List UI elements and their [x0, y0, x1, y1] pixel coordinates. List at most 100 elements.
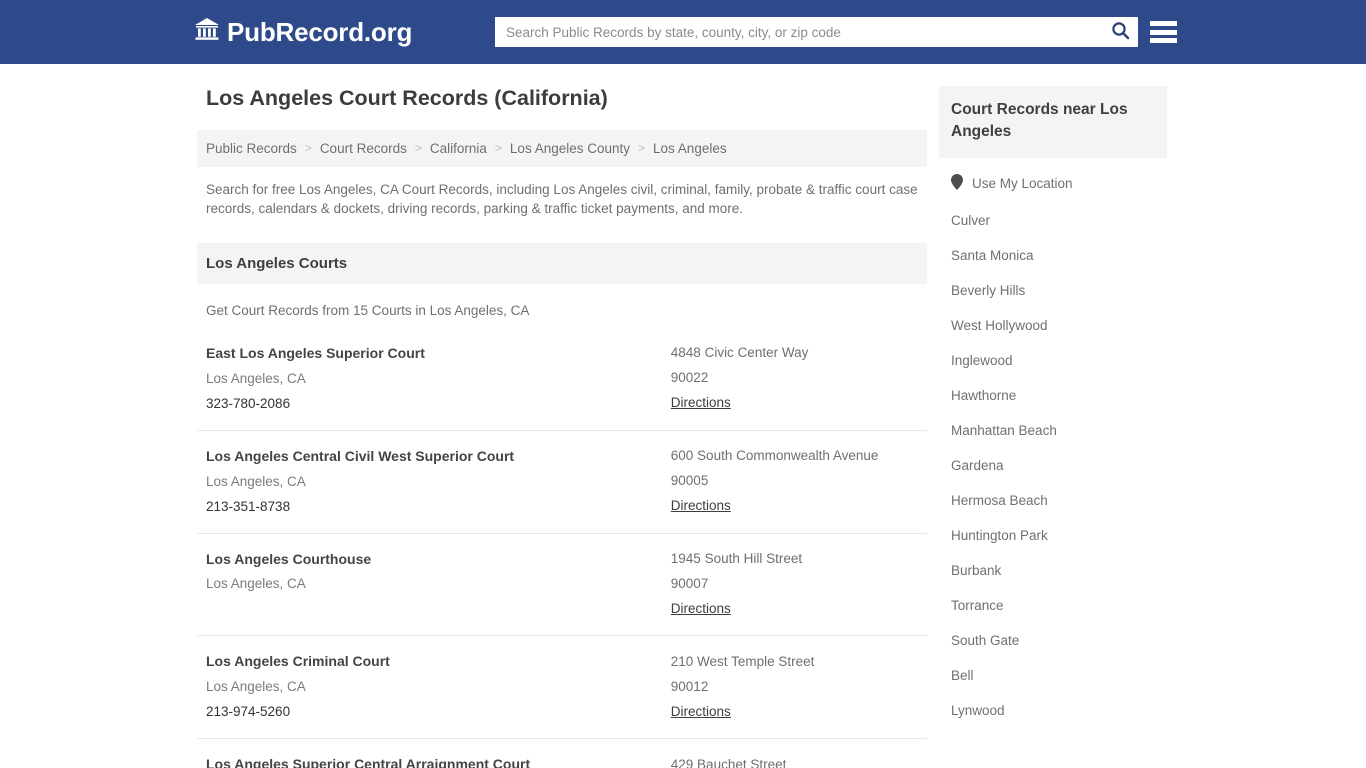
- court-city-state: Los Angeles, CA: [206, 679, 306, 695]
- court-name[interactable]: East Los Angeles Superior Court: [206, 341, 671, 367]
- breadcrumb-item-los-angeles-county[interactable]: Los Angeles County: [510, 141, 630, 156]
- sidebar-nearby-list: Use My Location Culver Santa Monica Beverly…: [939, 164, 1167, 728]
- court-info: Los Angeles Criminal Court Los Angeles, C…: [206, 649, 671, 725]
- sidebar-item-label: Torrance: [951, 597, 1004, 613]
- court-list: East Los Angeles Superior Court Los Angel…: [197, 328, 927, 768]
- sidebar-item-torrance[interactable]: Torrance: [939, 588, 1167, 623]
- courts-section-header: Los Angeles Courts: [197, 242, 927, 284]
- sidebar-item-hermosa-beach[interactable]: Hermosa Beach: [939, 483, 1167, 518]
- hamburger-menu-icon-bar2: [1150, 29, 1177, 35]
- sidebar-title: Court Records near Los Angeles: [939, 86, 1167, 158]
- sidebar-item-label: Manhattan Beach: [951, 422, 1057, 438]
- court-zip-code: 90005: [670, 473, 709, 489]
- breadcrumb-item-los-angeles[interactable]: Los Angeles: [653, 141, 727, 156]
- breadcrumb-separator: >: [304, 141, 312, 156]
- sidebar-item-south-gate[interactable]: South Gate: [939, 623, 1167, 658]
- directions-link[interactable]: Directions: [671, 391, 731, 416]
- sidebar-item-burbank[interactable]: Burbank: [939, 553, 1167, 588]
- court-address: 1945 South Hill Street 90007 Directions: [671, 547, 918, 622]
- court-phone-placeholder: [206, 597, 671, 622]
- court-row: Los Angeles Superior Central Arraignment…: [197, 739, 927, 768]
- court-street-address: 4848 Civic Center Way: [670, 345, 809, 361]
- main-column: Los Angeles Court Records (California) P…: [197, 64, 927, 768]
- sidebar: Court Records near Los Angeles Use My Lo…: [927, 64, 1167, 768]
- page-intro-text: Search for free Los Angeles, CA Court Re…: [206, 181, 918, 217]
- court-zip-code: 90022: [670, 370, 709, 386]
- breadcrumb-separator: >: [414, 141, 422, 156]
- sidebar-item-label: West Hollywood: [951, 317, 1048, 333]
- content-container: Los Angeles Court Records (California) P…: [197, 64, 1169, 768]
- sidebar-item-culver[interactable]: Culver: [939, 203, 1167, 238]
- use-my-location-button[interactable]: Use My Location: [939, 164, 1167, 203]
- page-body: Los Angeles Court Records (California) P…: [0, 64, 1366, 768]
- sidebar-item-label: Bell: [951, 667, 974, 683]
- sidebar-item-label: South Gate: [951, 632, 1020, 648]
- directions-link[interactable]: Directions: [671, 494, 731, 519]
- site-logo[interactable]: PubRecord.org: [194, 17, 412, 46]
- court-info: Los Angeles Central Civil West Superior …: [206, 444, 671, 520]
- sidebar-item-inglewood[interactable]: Inglewood: [939, 343, 1167, 378]
- court-name[interactable]: Los Angeles Superior Central Arraignment…: [206, 752, 671, 768]
- breadcrumb-item-public-records[interactable]: Public Records: [206, 141, 297, 156]
- site-logo-text: PubRecord.org: [227, 16, 413, 47]
- search-bar: [495, 17, 1138, 47]
- court-info: Los Angeles Superior Central Arraignment…: [206, 752, 671, 768]
- search-icon: [1111, 21, 1130, 43]
- sidebar-item-hawthorne[interactable]: Hawthorne: [939, 378, 1167, 413]
- court-city-state: Los Angeles, CA: [206, 370, 306, 386]
- sidebar-item-label: Burbank: [951, 562, 1002, 578]
- sidebar-item-label: Inglewood: [951, 352, 1013, 368]
- court-zip-code: 90007: [670, 576, 709, 591]
- search-input[interactable]: [495, 18, 1102, 46]
- court-name[interactable]: Los Angeles Courthouse: [206, 547, 671, 573]
- breadcrumb-item-california[interactable]: California: [430, 141, 487, 156]
- page-title: Los Angeles Court Records (California): [206, 86, 608, 110]
- sidebar-item-label: Hawthorne: [951, 387, 1017, 403]
- hamburger-menu-button[interactable]: [1150, 18, 1177, 46]
- court-name[interactable]: Los Angeles Central Civil West Superior …: [206, 444, 671, 470]
- sidebar-item-label: Hermosa Beach: [951, 492, 1048, 508]
- sidebar-item-gardena[interactable]: Gardena: [939, 448, 1167, 483]
- court-row: Los Angeles Criminal Court Los Angeles, C…: [197, 636, 927, 740]
- court-street-address: 600 South Commonwealth Avenue: [670, 448, 879, 464]
- breadcrumb: Public Records > Court Records > California >…: [197, 129, 927, 167]
- court-row: Los Angeles Central Civil West Superior …: [197, 431, 927, 534]
- map-pin-icon: [951, 173, 963, 193]
- site-header: PubRecord.org: [0, 0, 1366, 64]
- sidebar-item-label: Beverly Hills: [951, 282, 1026, 298]
- court-phone: 213-974-5260: [206, 704, 291, 720]
- court-phone: 323-780-2086: [206, 395, 291, 411]
- courts-section-subtitle: Get Court Records from 15 Courts in Los …: [206, 302, 530, 318]
- sidebar-item-label: Lynwood: [951, 702, 1005, 718]
- search-button[interactable]: [1102, 17, 1138, 47]
- hamburger-menu-icon: [1150, 21, 1177, 26]
- court-row: Los Angeles Courthouse Los Angeles, CA 19…: [197, 534, 927, 637]
- court-address: 210 West Temple Street 90012 Directions: [671, 650, 918, 725]
- court-address: 600 South Commonwealth Avenue 90005 Direct…: [671, 444, 918, 519]
- court-row: East Los Angeles Superior Court Los Angel…: [197, 328, 927, 431]
- use-my-location-label: Use My Location: [972, 175, 1073, 191]
- sidebar-item-lynwood[interactable]: Lynwood: [939, 693, 1167, 728]
- breadcrumb-item-court-records[interactable]: Court Records: [320, 141, 407, 156]
- court-street-address: 210 West Temple Street: [670, 653, 815, 669]
- court-name[interactable]: Los Angeles Criminal Court: [206, 649, 671, 675]
- court-address: 4848 Civic Center Way 90022 Directions: [671, 341, 918, 416]
- directions-link[interactable]: Directions: [671, 700, 731, 725]
- court-address: 429 Bauchet Street90012Directions: [671, 753, 918, 768]
- court-city-state: Los Angeles, CA: [206, 576, 306, 592]
- sidebar-item-huntington-park[interactable]: Huntington Park: [939, 518, 1167, 553]
- sidebar-item-bell[interactable]: Bell: [939, 658, 1167, 693]
- court-info: East Los Angeles Superior Court Los Angel…: [206, 341, 671, 417]
- court-info: Los Angeles Courthouse Los Angeles, CA: [206, 547, 671, 623]
- directions-link[interactable]: Directions: [671, 597, 731, 622]
- breadcrumb-separator: >: [494, 141, 502, 156]
- breadcrumb-separator: >: [638, 141, 646, 156]
- sidebar-item-label: Culver: [951, 212, 991, 228]
- sidebar-item-santa-monica[interactable]: Santa Monica: [939, 238, 1167, 273]
- court-zip-code: 90012: [670, 678, 709, 694]
- sidebar-item-west-hollywood[interactable]: West Hollywood: [939, 308, 1167, 343]
- sidebar-item-beverly-hills[interactable]: Beverly Hills: [939, 273, 1167, 308]
- sidebar-item-label: Santa Monica: [951, 247, 1034, 263]
- sidebar-item-label: Huntington Park: [951, 527, 1048, 543]
- sidebar-item-manhattan-beach[interactable]: Manhattan Beach: [939, 413, 1167, 448]
